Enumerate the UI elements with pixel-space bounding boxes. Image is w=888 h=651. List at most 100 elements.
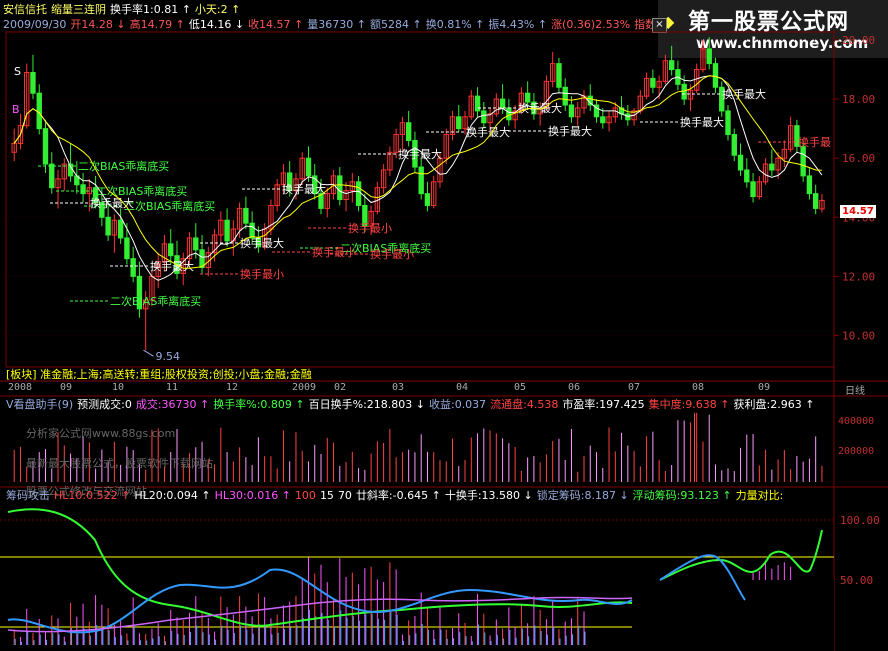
candle-body [105,216,111,236]
sector-line: [板块] 准金融;上海;高送转;重组;股权投资;创投;小盘;金融;金融 [6,368,312,381]
ind-header-item-4: 100 [294,489,316,502]
indicator-header: 筹码攻击 HL10:0.522 ↑ HL20:0.094 ↑ HL30:0.016 ↑… [6,489,787,503]
chart-annotation: 换手最大 [548,124,592,138]
candle-body [337,175,343,201]
chart-annotation: 换手最小 [370,247,414,261]
candle-body [243,207,249,224]
candle-body [130,258,136,277]
vol-header-item-8: 集中度:9.638 ↑ [648,398,730,411]
candle-body [506,107,512,121]
price-axis-label: 16.00 [842,152,875,165]
vol-header-item-3: 换手率%:0.809 ↑ [213,398,305,411]
vol-axis-label: 200000 [838,446,874,457]
vol-header-item-6: 流通盘:4.538 [490,398,559,411]
ind-header-item-11: 力量对比: [735,489,784,502]
chart-annotation: 二次BIAS乖离底买 [110,294,201,308]
candle-body [117,219,124,239]
ind-header-item-6: 70 [337,489,352,502]
candle-body [706,48,712,65]
candle-body [474,95,481,112]
candle-body [725,110,731,136]
watermark-1: 分析家公式网www.88gs.com [26,427,176,440]
candle-body [812,193,819,209]
vol-axis-label: 400000 [838,416,874,427]
chart-annotation: 换手最小 [312,245,356,259]
ind-header-item-2: HL20:0.094 ↑ [134,489,211,502]
time-tick-1: 09 [60,382,73,393]
candle-body [30,72,36,94]
ind-header-item-10: 浮动筹码:93.123 ↑ [632,489,732,502]
candle-body [769,163,775,171]
candle-body [249,222,255,239]
time-tick-0: 2008 [8,382,33,393]
chart-annotation: S [14,65,21,78]
candle-body [737,154,744,171]
candle-body [424,193,431,206]
candle-body [562,86,568,106]
ind-header-item-8: 十换手:13.580 ↓ [444,489,533,502]
candle-body [49,163,55,189]
candle-body [499,98,506,109]
time-tick-4: 12 [226,382,239,393]
candle-body [712,63,719,88]
candle-body [744,169,750,183]
ind-curve-green-right [659,529,823,581]
vol-header-item-5: 收益:0.037 [428,398,487,411]
candle-body [305,157,312,177]
time-tick-12: 08 [692,382,705,393]
time-tick-6: 02 [334,382,347,393]
time-tick-11: 07 [628,382,641,393]
candle-body [168,243,174,257]
candle-body [524,92,531,103]
candle-body [600,116,606,124]
time-tick-14: 日线 [845,386,865,397]
candle-body [556,63,562,88]
price-axis-label: 18.00 [842,93,875,106]
candle-body [568,104,575,118]
price-axis-label: 20.00 [842,34,875,47]
time-tick-3: 11 [166,382,179,393]
chart-annotation: 换手最小 [348,221,392,235]
candle-body [650,77,656,88]
time-tick-13: 09 [758,382,771,393]
candle-body [750,181,756,198]
candle-body [800,145,806,177]
vol-header-item-4: 百日换手%:218.803 ↓ [308,398,425,411]
low-price-label: 9.54 [155,350,180,363]
ind-header-item-7: 廿斜率:-0.645 ↑ [355,489,441,502]
time-axis: 2008 09 10 11 12 2009 02 03 04 05 06 07 08 09 日线 [0,382,888,397]
vol-header-item-7: 市盈率:197.425 [562,398,645,411]
candle-body [193,237,199,251]
chart-annotation: 换手最大 [282,182,326,196]
ind-axis-label: 100.00 [840,514,880,527]
candle-body [405,122,412,141]
volume-header: V看盘助手(9) 预测成交:0 成交:36730 ↑ 换手率%:0.809 ↑ 百日换手… [6,398,818,412]
candle-body [224,219,230,242]
vol-header-item-9: 获利盘:2.963 ↑ [733,398,815,411]
time-tick-7: 03 [392,382,405,393]
candle-body [36,92,42,130]
ind-header-item-3: HL30:0.016 ↑ [214,489,291,502]
ind-axis-label: 50.00 [840,574,873,587]
candle-body [481,110,487,124]
indicator-mask [634,580,834,651]
price-axis-label: 10.00 [842,329,875,342]
kline-chart: 20.0018.0016.0014.0012.0010.009.54SB二次BI… [0,30,888,651]
ind-header-item-1: HL10:0.522 ↑ [54,489,131,502]
ind-header-item-9: 锁定筹码:8.187 ↓ [536,489,629,502]
current-price-tag: 14.57 [840,205,876,218]
candle-body [731,134,737,156]
time-tick-10: 06 [568,382,581,393]
time-tick-8: 04 [456,382,469,393]
vol-header-item-2: 成交:36730 ↑ [135,398,210,411]
chart-annotation: 换手最小 [240,267,284,281]
candle-body [124,237,130,260]
candle-body [456,116,462,130]
candle-body [625,113,631,121]
chart-annotation: 换手最大 [150,259,194,273]
price-axis-label: 12.00 [842,270,875,283]
candle-body [355,181,362,206]
vol-header-item-1: 预测成交:0 [77,398,132,411]
candle-body [80,184,86,195]
time-tick-9: 05 [514,382,527,393]
